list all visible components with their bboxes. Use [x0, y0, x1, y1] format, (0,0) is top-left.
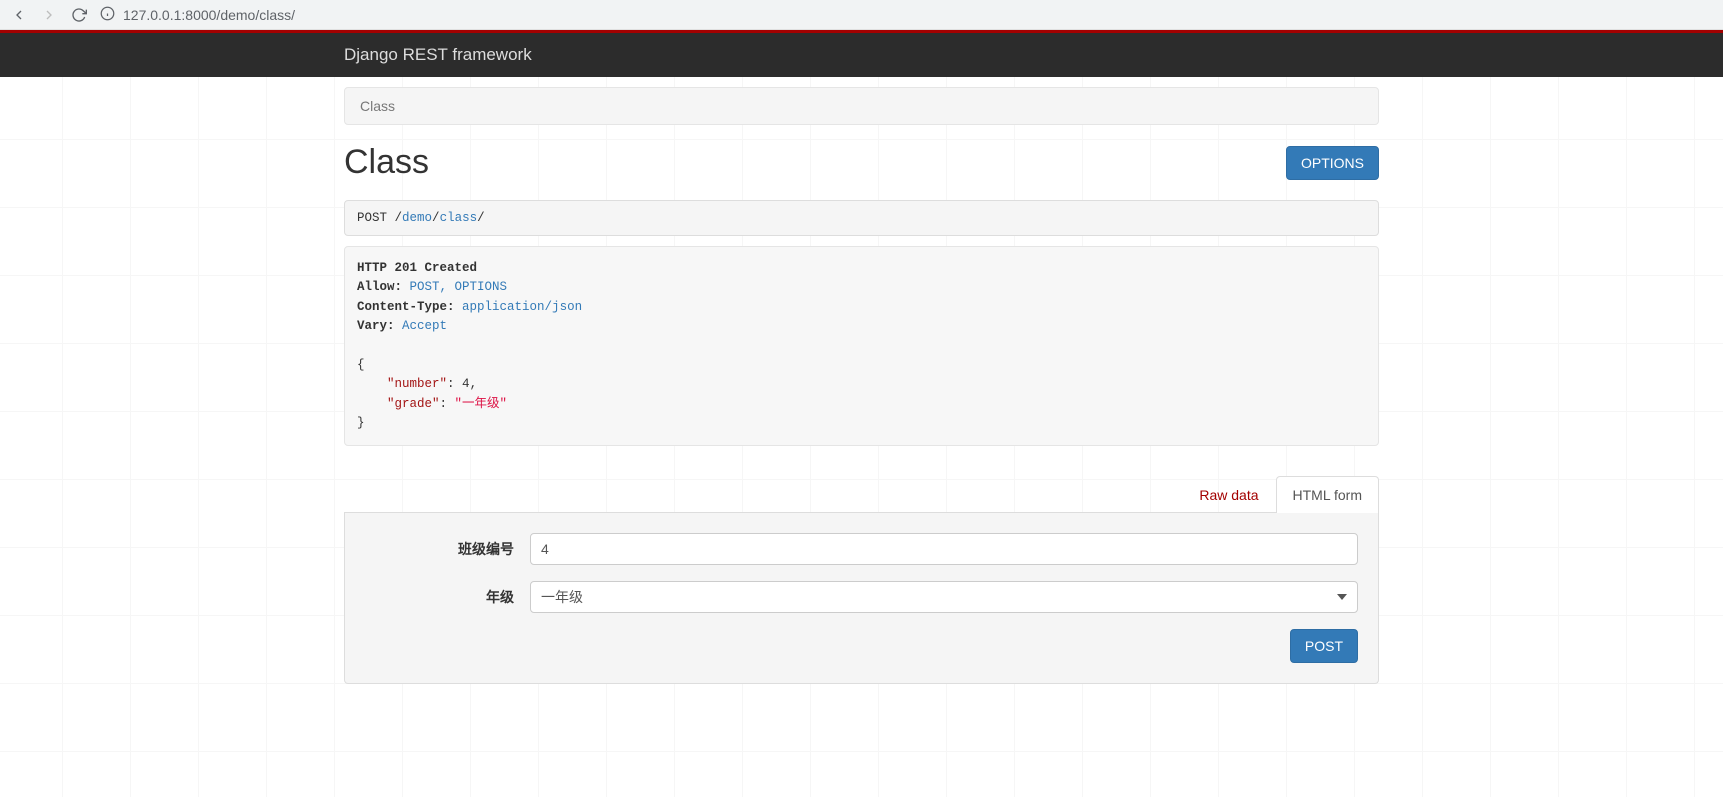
ctype-label: Content-Type: [357, 300, 455, 314]
breadcrumb-current: Class [360, 98, 395, 114]
form-panel: 班级编号 年级 一年级 POST [344, 513, 1379, 684]
request-sep2: / [477, 211, 485, 225]
json-close: } [357, 416, 365, 430]
form-tabs: Raw data HTML form [344, 476, 1379, 513]
request-line: POST /demo/class/ [344, 200, 1379, 236]
request-seg-demo: demo [402, 211, 432, 225]
reload-button[interactable] [70, 6, 88, 24]
request-method: POST [357, 211, 387, 225]
browser-toolbar: 127.0.0.1:8000/demo/class/ [0, 0, 1723, 30]
form-actions: POST [365, 629, 1358, 663]
breadcrumb: Class [344, 87, 1379, 125]
allow-value: POST, OPTIONS [410, 280, 508, 294]
json-colon1: : [447, 377, 462, 391]
request-path-prefix: / [387, 211, 402, 225]
json-key-number: "number" [387, 377, 447, 391]
post-button[interactable]: POST [1290, 629, 1358, 663]
options-button[interactable]: OPTIONS [1286, 146, 1379, 180]
json-comma1: , [470, 377, 478, 391]
input-number[interactable] [530, 533, 1358, 565]
info-icon [100, 6, 115, 24]
status-line: HTTP 201 Created [357, 261, 477, 275]
json-open: { [357, 358, 365, 372]
url-text: 127.0.0.1:8000/demo/class/ [123, 7, 295, 23]
vary-value: Accept [402, 319, 447, 333]
page-title: Class [344, 143, 429, 182]
json-val-number: 4 [462, 377, 470, 391]
form-row-number: 班级编号 [365, 533, 1358, 565]
tab-html-form[interactable]: HTML form [1276, 476, 1379, 513]
brand-link[interactable]: Django REST framework [344, 45, 532, 64]
tab-raw-data[interactable]: Raw data [1182, 476, 1275, 513]
address-bar[interactable]: 127.0.0.1:8000/demo/class/ [100, 6, 295, 24]
request-seg-class: class [440, 211, 478, 225]
response-block: HTTP 201 Created Allow: POST, OPTIONS Co… [344, 246, 1379, 446]
allow-label: Allow: [357, 280, 402, 294]
label-number: 班级编号 [365, 539, 530, 559]
ctype-value: application/json [462, 300, 582, 314]
back-button[interactable] [10, 6, 28, 24]
json-val-grade: "一年级" [455, 397, 508, 411]
label-grade: 年级 [365, 587, 530, 607]
page-header: Class OPTIONS [344, 143, 1379, 182]
forward-button[interactable] [40, 6, 58, 24]
main-area: Class Class OPTIONS POST /demo/class/ HT… [0, 77, 1723, 797]
select-grade[interactable]: 一年级 [530, 581, 1358, 613]
form-row-grade: 年级 一年级 [365, 581, 1358, 613]
request-sep1: / [432, 211, 440, 225]
json-colon2: : [440, 397, 455, 411]
app-navbar: Django REST framework [0, 33, 1723, 77]
json-key-grade: "grade" [387, 397, 440, 411]
vary-label: Vary: [357, 319, 395, 333]
